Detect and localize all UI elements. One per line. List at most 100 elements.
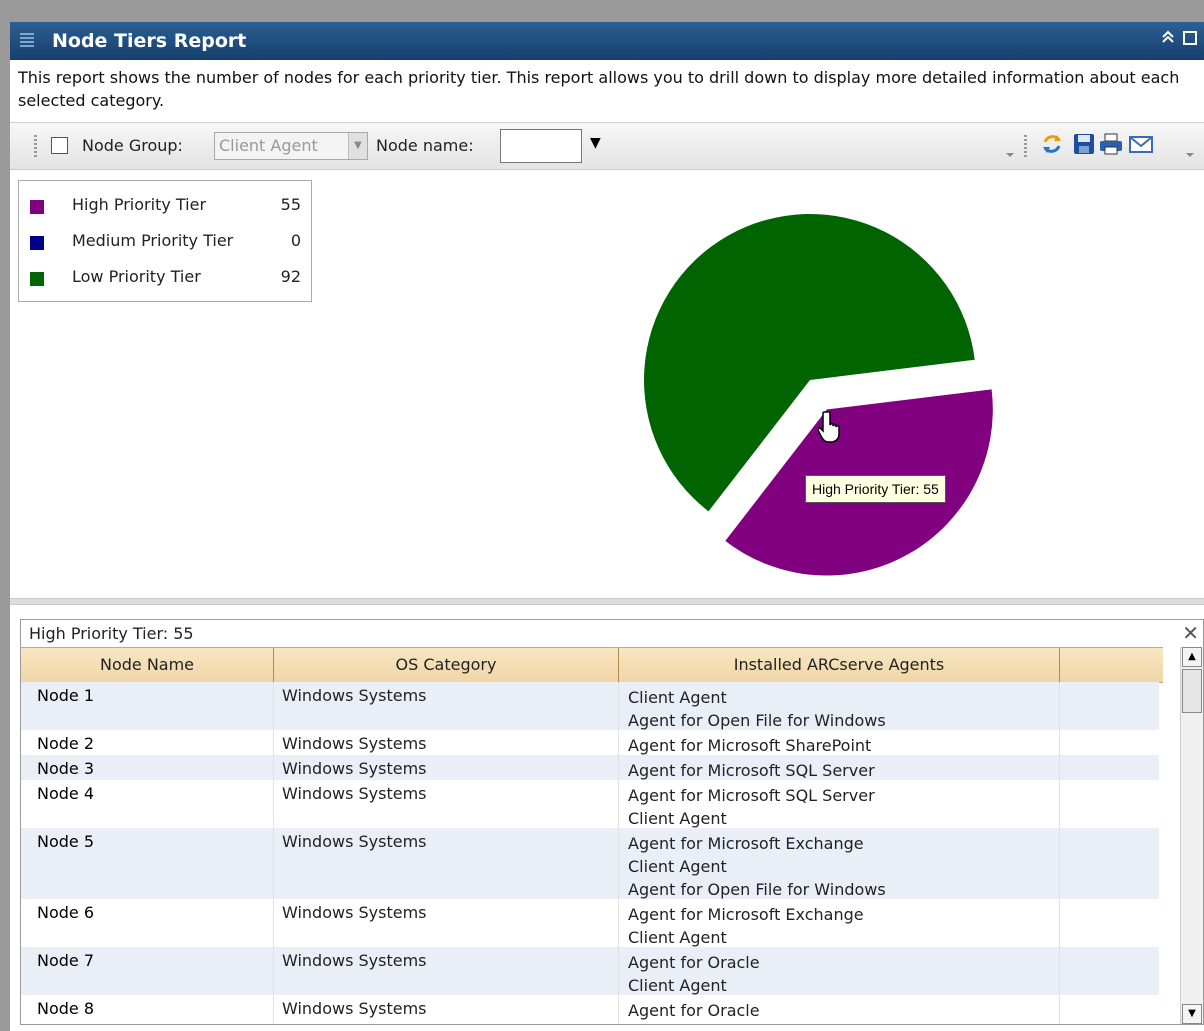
node-group-select[interactable]: Client Agent ▼ [214,132,368,160]
close-icon[interactable]: ✕ [1182,621,1199,645]
legend-count: 55 [280,195,301,214]
agent-name: Client Agent [628,857,727,876]
toolbar-overflow-icon[interactable] [1006,141,1014,157]
report-description: This report shows the number of nodes fo… [18,68,1180,110]
legend-swatch [30,272,44,286]
column-header-node-name[interactable]: Node Name [21,648,274,682]
node-name-input[interactable] [500,129,582,163]
agent-name: Client Agent [628,928,727,947]
maximize-icon[interactable] [1180,29,1200,51]
pane-splitter[interactable] [10,598,1204,605]
cell-agents: Agent for Oracle Client Agent [628,999,760,1024]
title-bar: Node Tiers Report [10,22,1204,60]
grid-header: Node Name OS Category Installed ARCserve… [21,647,1163,683]
legend-item[interactable]: High Priority Tier 55 [19,189,311,225]
table-row[interactable]: Node 5 Windows Systems Agent for Microsoft… [21,828,1159,899]
detail-panel: High Priority Tier: 55 ✕ Node Name OS Ca… [20,619,1204,1025]
agent-name: Client Agent [628,976,727,995]
chevron-down-icon[interactable]: ▼ [348,133,367,159]
table-row[interactable]: Node 3 Windows Systems Agent for Microsoft… [21,755,1159,780]
table-row[interactable]: Node 4 Windows Systems Agent for Microsoft… [21,780,1159,828]
node-group-checkbox[interactable] [51,137,68,154]
column-divider [273,995,274,1024]
column-divider [273,947,274,995]
cell-node-name: Node 3 [37,759,95,778]
cell-agents: Agent for Oracle Client Agent [628,951,760,997]
legend-label: High Priority Tier [72,195,207,214]
legend-item[interactable]: Medium Priority Tier 0 [19,225,311,261]
agent-name: Agent for Microsoft SQL Server [628,786,875,805]
column-divider [273,828,274,899]
cell-node-name: Node 8 [37,999,95,1018]
report-panel: Node Tiers Report This report shows the … [10,22,1204,1031]
agent-name: Agent for Open File for Windows [628,711,886,730]
column-header-os-category[interactable]: OS Category [274,648,619,682]
cell-node-name: Node 7 [37,951,95,970]
hand-cursor-icon [817,410,846,448]
scroll-up-icon[interactable]: ▲ [1182,647,1202,667]
agent-name: Agent for Oracle [628,1001,760,1020]
node-name-dropdown-icon[interactable]: ▼ [590,135,601,151]
column-divider [273,730,274,755]
cell-os-category: Windows Systems [282,903,427,922]
table-row[interactable]: Node 6 Windows Systems Agent for Microsoft… [21,899,1159,947]
legend-swatch [30,236,44,250]
column-divider [273,780,274,828]
column-header-empty [1060,648,1163,682]
print-icon[interactable] [1098,132,1122,156]
node-name-label: Node name: [376,136,474,155]
vertical-scrollbar[interactable]: ▲ ▼ [1180,647,1203,1024]
scroll-thumb[interactable] [1182,669,1202,713]
refresh-icon[interactable] [1040,132,1064,156]
grid-body: Node 1 Windows Systems Client Agent Agent f… [21,682,1159,1024]
column-divider [618,995,619,1024]
cell-node-name: Node 5 [37,832,95,851]
window-title: Node Tiers Report [52,30,247,52]
table-row[interactable]: Node 1 Windows Systems Client Agent Agent f… [21,682,1159,730]
legend-swatch [30,200,44,214]
column-header-agents[interactable]: Installed ARCserve Agents [619,648,1060,682]
scroll-down-icon[interactable]: ▼ [1182,1004,1202,1024]
agent-name: Client Agent [628,809,727,828]
agent-name: Agent for Open File for Windows [628,880,886,899]
filter-toolbar: Node Group: Client Agent ▼ Node name: ▼ [10,122,1204,170]
toolbar-overflow-icon-2[interactable] [1186,141,1194,157]
toolbar-grip-2[interactable] [1024,135,1027,157]
cell-node-name: Node 2 [37,734,95,753]
detail-title: High Priority Tier: 55 [29,624,194,643]
table-row[interactable]: Node 7 Windows Systems Agent for Oracle Cli… [21,947,1159,995]
column-divider [1059,755,1060,780]
save-icon[interactable] [1072,132,1096,156]
column-divider [618,730,619,755]
slice-tooltip: High Priority Tier: 55 [805,475,946,503]
column-divider [1059,899,1060,947]
email-icon[interactable] [1128,132,1153,156]
cell-agents: Client Agent Agent for Open File for Wind… [628,686,886,732]
column-divider [1059,947,1060,995]
column-divider [1059,730,1060,755]
agent-name: Client Agent [628,1022,760,1024]
legend-item[interactable]: Low Priority Tier 92 [19,261,311,297]
table-row[interactable]: Node 2 Windows Systems Agent for Microsoft… [21,730,1159,755]
cell-agents: Agent for Microsoft Exchange Client Agent… [628,832,886,901]
agent-name: Agent for Microsoft SQL Server [628,761,875,780]
cell-agents: Agent for Microsoft SharePoint [628,734,871,757]
agent-name: Agent for Microsoft Exchange [628,905,864,924]
table-row[interactable]: Node 8 Windows Systems Agent for Oracle Cli… [21,995,1159,1024]
toolbar-grip[interactable] [34,135,37,157]
cell-os-category: Windows Systems [282,832,427,851]
collapse-icon[interactable] [1158,29,1178,51]
cell-node-name: Node 4 [37,784,95,803]
cell-os-category: Windows Systems [282,686,427,705]
cell-node-name: Node 6 [37,903,95,922]
legend-label: Low Priority Tier [72,267,201,286]
column-divider [618,780,619,828]
legend-label: Medium Priority Tier [72,231,234,250]
node-group-value: Client Agent [219,136,318,155]
column-divider [273,682,274,730]
cell-agents: Agent for Microsoft SQL Server Client Age… [628,784,875,830]
column-divider [618,682,619,730]
cell-os-category: Windows Systems [282,759,427,778]
column-divider [618,947,619,995]
node-group-label: Node Group: [82,136,183,155]
